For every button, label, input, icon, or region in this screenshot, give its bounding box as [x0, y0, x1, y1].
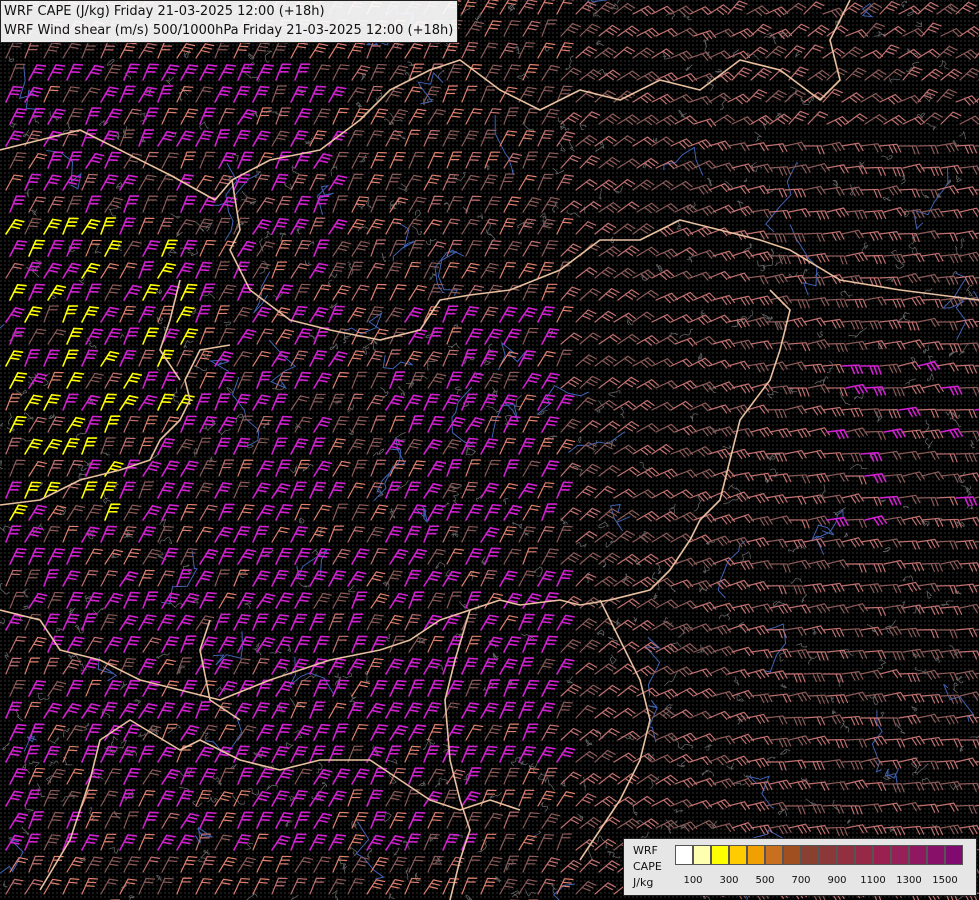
legend-label-model: WRF [633, 844, 658, 857]
legend-label-variable: CAPE [633, 860, 662, 873]
legend-swatch [909, 845, 927, 865]
legend-swatch [801, 845, 819, 865]
legend-tick: 100 [683, 875, 703, 886]
legend-swatch [945, 845, 963, 865]
map-title-cape: WRF CAPE (J/kg) Friday 21-03-2025 12:00 … [4, 4, 325, 19]
legend-label-unit: J/kg [633, 876, 654, 889]
map-title-wind-shear: WRF Wind shear (m/s) 500/1000hPa Friday … [4, 23, 454, 38]
legend-tick: 300 [719, 875, 739, 886]
legend-swatch [891, 845, 909, 865]
legend-tick: 1300 [896, 875, 922, 886]
cape-legend: WRF CAPE J/kg 100 300 500 700 900 1100 1300 150… [623, 838, 977, 896]
legend-swatch [873, 845, 891, 865]
legend-tick: 900 [827, 875, 847, 886]
legend-tick: 1100 [860, 875, 886, 886]
map-background [0, 0, 979, 900]
map-title-box: WRF CAPE (J/kg) Friday 21-03-2025 12:00 … [0, 0, 459, 43]
legend-tick: 1500 [932, 875, 958, 886]
legend-swatch [927, 845, 945, 865]
legend-swatch [675, 845, 693, 865]
legend-tick: 700 [791, 875, 811, 886]
legend-swatch [765, 845, 783, 865]
wind-shear-map [0, 0, 979, 900]
legend-swatch [855, 845, 873, 865]
legend-swatch [729, 845, 747, 865]
legend-swatch [783, 845, 801, 865]
legend-swatch [711, 845, 729, 865]
legend-swatch [837, 845, 855, 865]
legend-swatch [693, 845, 711, 865]
legend-tick-labels: 100 300 500 700 900 1100 1300 1500 [675, 875, 965, 889]
map-canvas [0, 0, 979, 900]
legend-swatch [747, 845, 765, 865]
legend-color-scale [675, 845, 963, 865]
legend-swatch [819, 845, 837, 865]
legend-tick: 500 [755, 875, 775, 886]
